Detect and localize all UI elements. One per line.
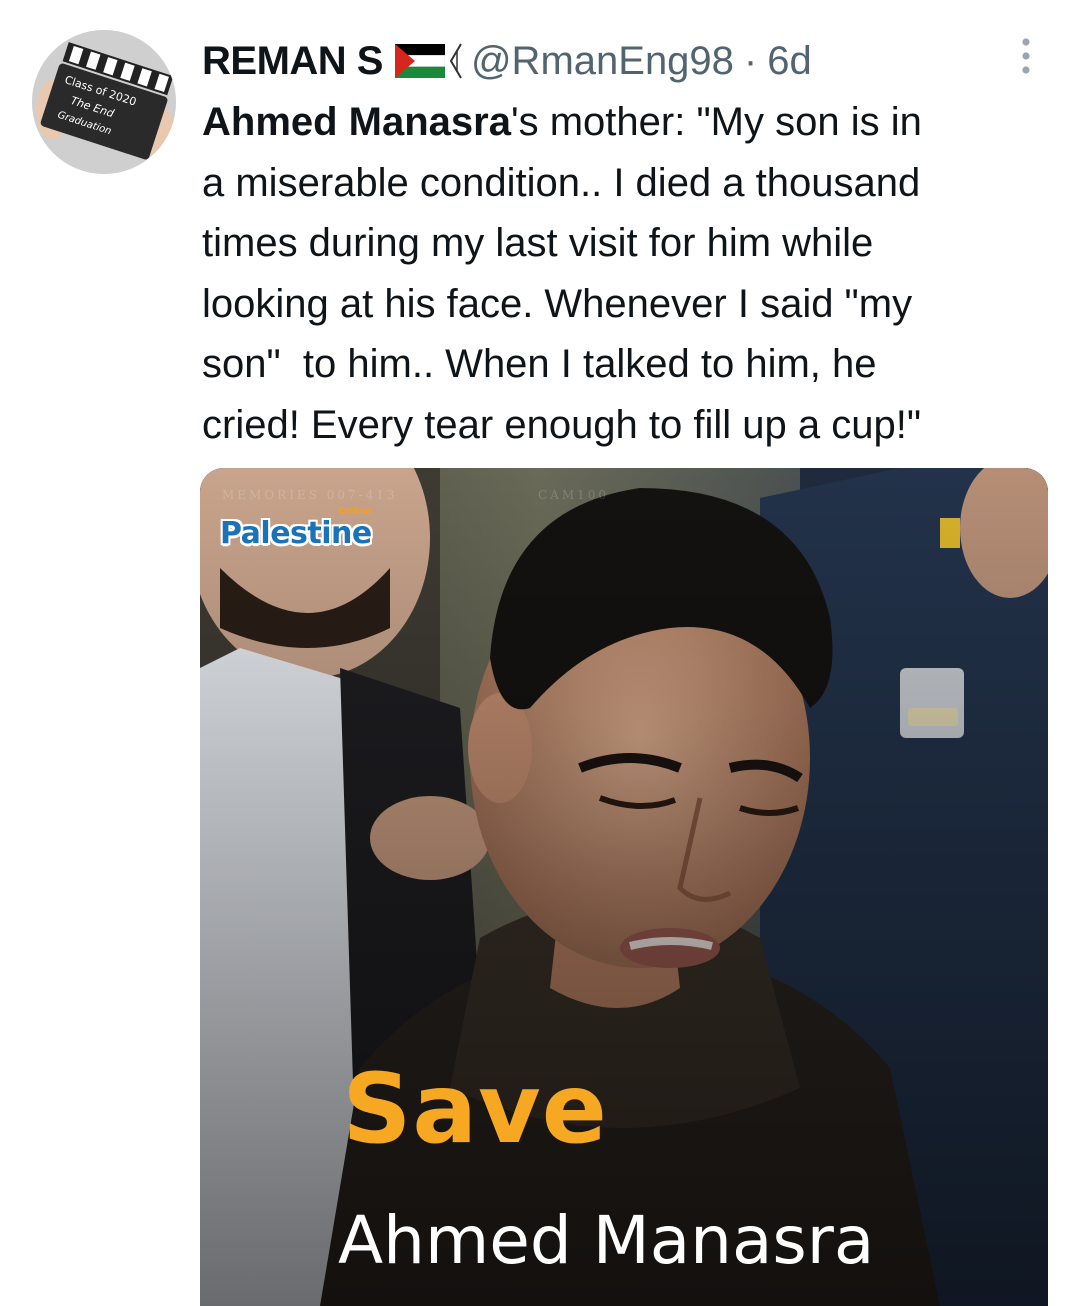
watermark-right: CAM100 (538, 488, 610, 502)
user-handle[interactable]: @RmanEng98 (471, 39, 734, 84)
separator-dot: · (743, 38, 758, 83)
watermark-left: MEMORIES 007-413 (222, 488, 398, 502)
logo-text: Palestine (220, 516, 372, 551)
name-subheadline-text: Ahmed Manasra (338, 1202, 875, 1279)
palestine-flag-icon (394, 44, 445, 78)
avatar-image: Class of 2020 The End Graduation (32, 30, 176, 174)
avatar[interactable]: Class of 2020 The End Graduation (32, 30, 176, 174)
timestamp[interactable]: 6d (767, 39, 812, 84)
display-name[interactable]: REMAN S (202, 39, 383, 84)
logo-sub-text: Online (338, 506, 372, 517)
photo-artwork (200, 468, 1048, 1306)
save-headline: Save (342, 1053, 608, 1165)
more-vertical-icon[interactable] (1014, 36, 1038, 76)
palestine-online-logo: Palestine Online (220, 506, 372, 551)
ribbon-icon (449, 43, 462, 79)
tweet-body: 's mother: "My son is in a miserable con… (202, 100, 922, 447)
tweet-header: REMAN S @RmanEng98 · 6d (202, 36, 812, 86)
tweet: Class of 2020 The End Graduation REMAN S… (0, 0, 1080, 1306)
tweet-text: Ahmed Manasra's mother: "My son is in a … (202, 92, 1052, 455)
bold-name: Ahmed Manasra (202, 100, 511, 144)
tweet-media-image[interactable]: MEMORIES 007-413 CAM100 Palestine Online… (200, 468, 1048, 1306)
